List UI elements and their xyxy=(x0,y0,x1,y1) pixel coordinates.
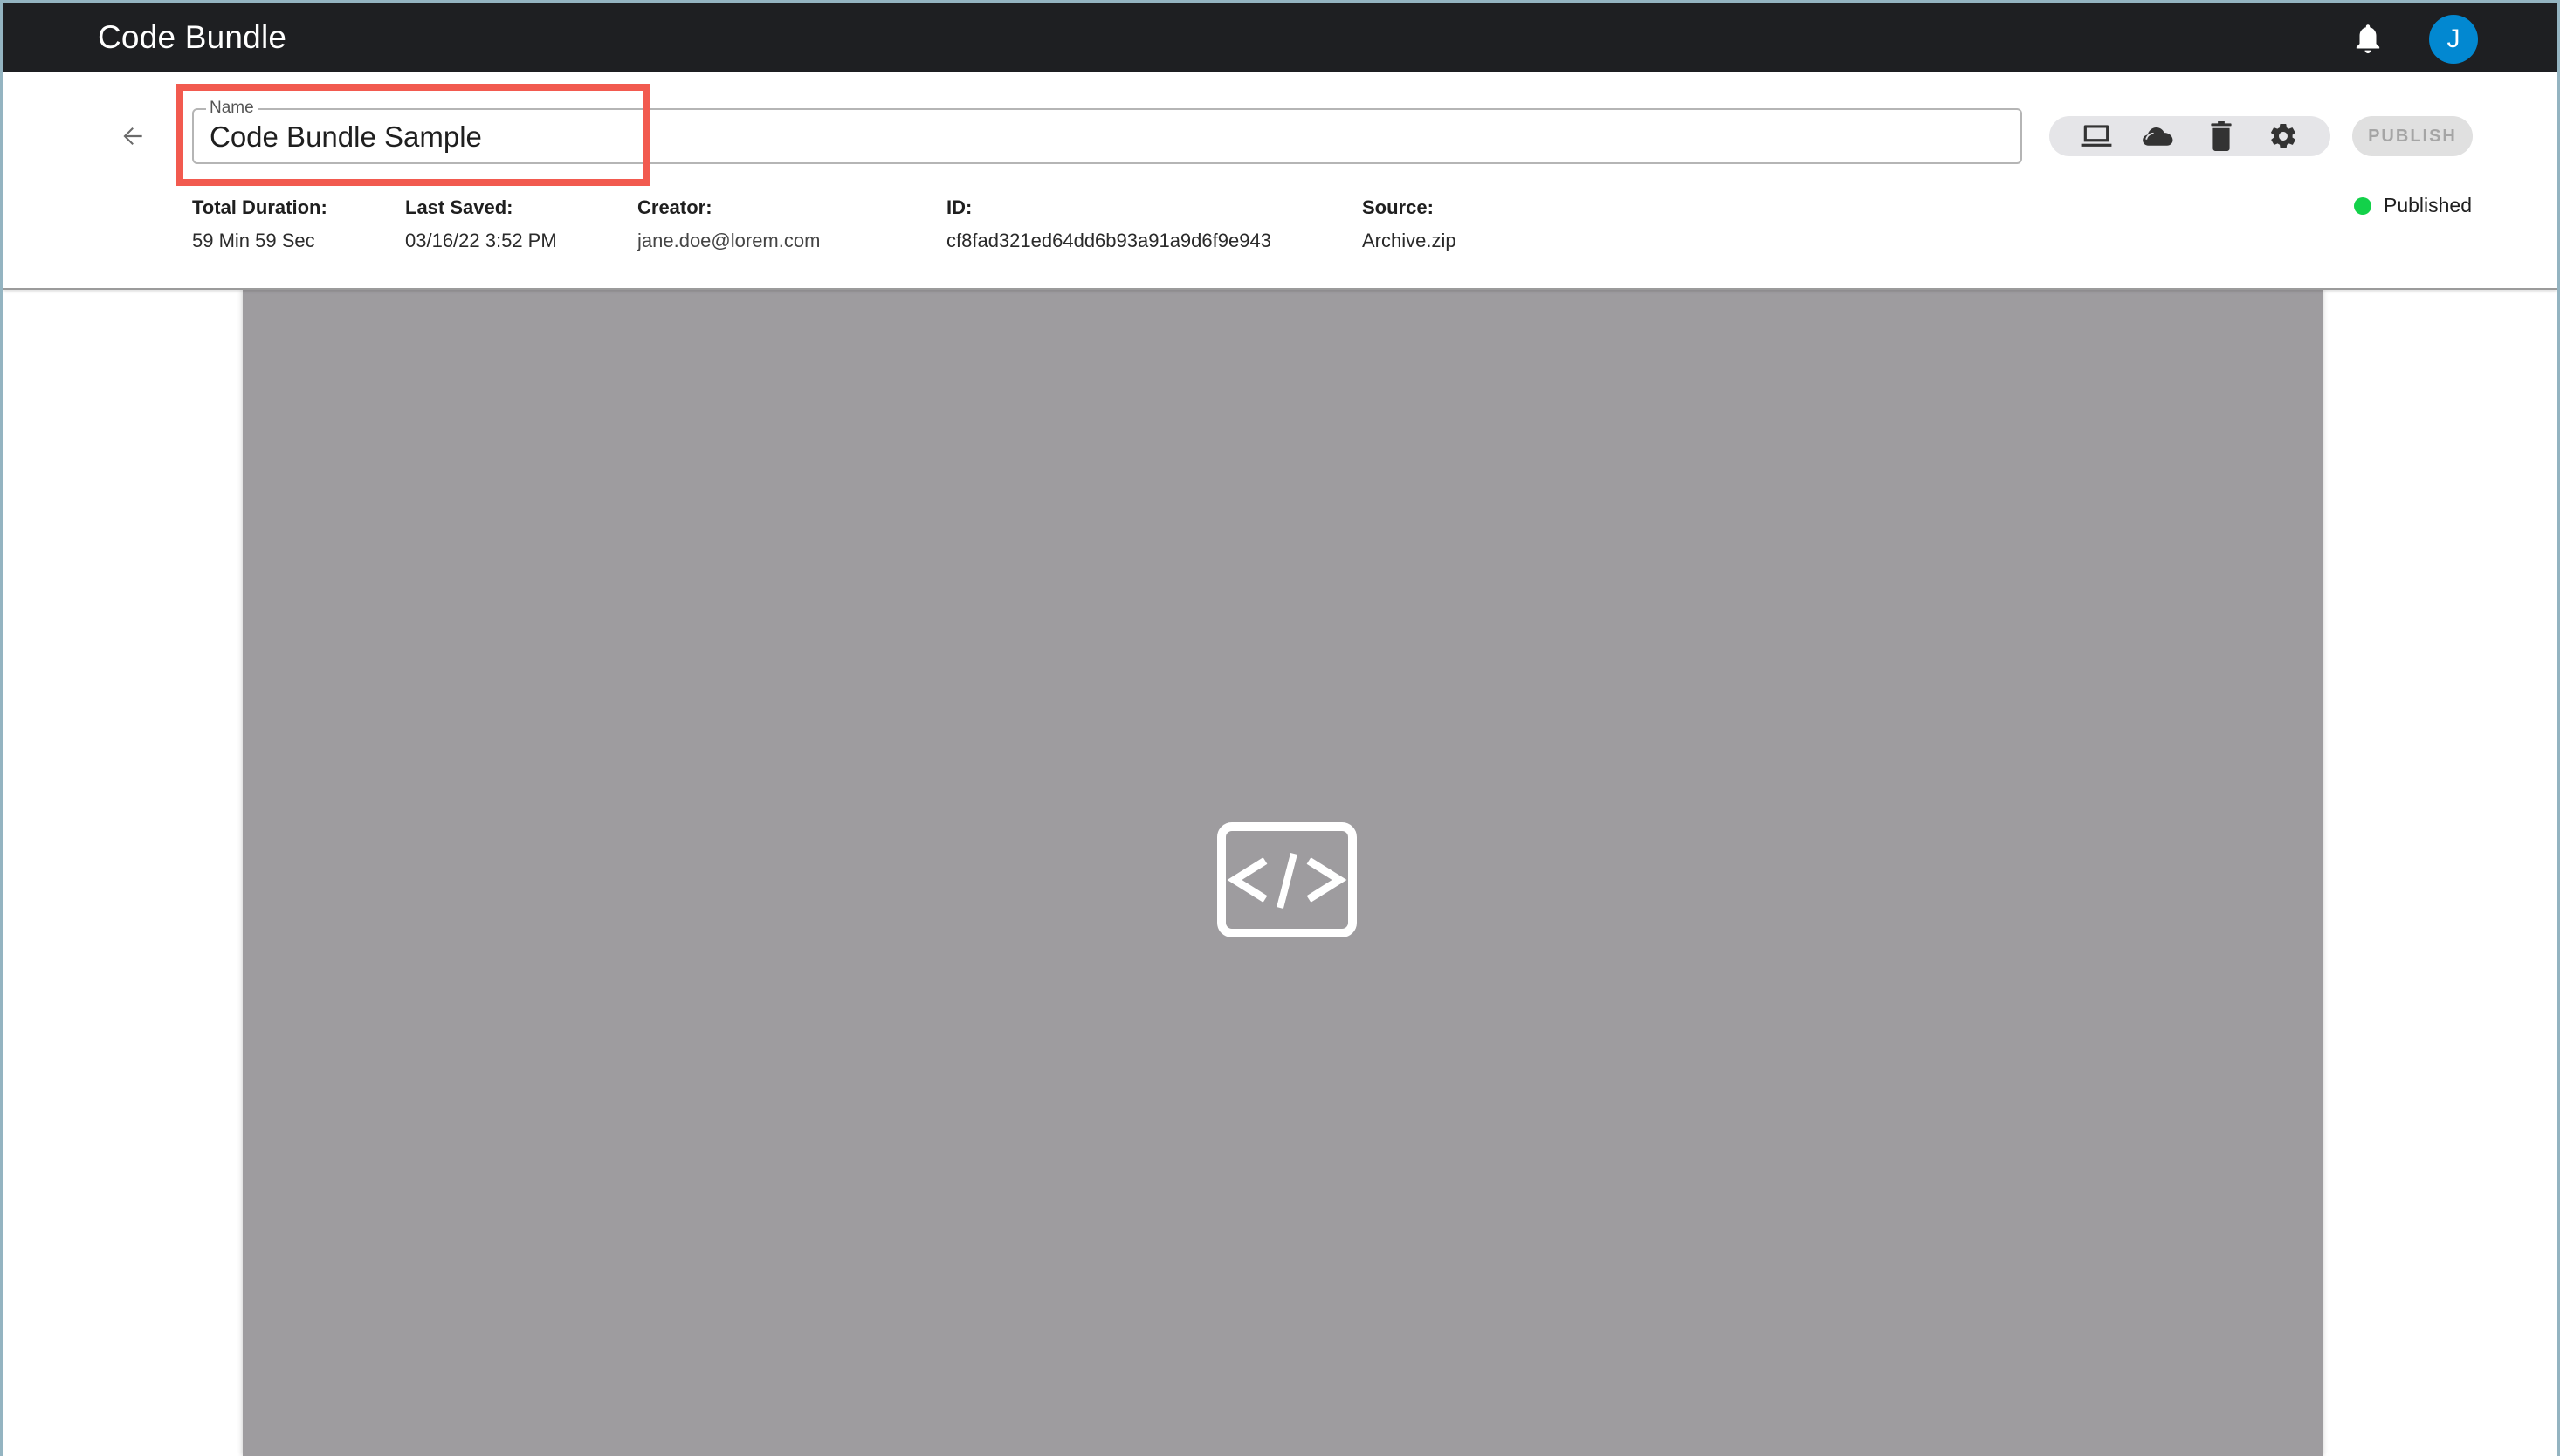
meta-last-saved: Last Saved: 03/16/22 3:52 PM xyxy=(405,196,557,253)
meta-value: cf8fad321ed64dd6b93a91a9d6f9e943 xyxy=(946,230,1271,251)
status-label: Published xyxy=(2384,194,2473,216)
meta-label: Creator: xyxy=(637,196,712,218)
meta-total-duration: Total Duration: 59 Min 59 Sec xyxy=(192,196,327,253)
preview-canvas xyxy=(243,290,2323,1456)
preview-stage xyxy=(3,290,2557,1456)
bundle-header: Name Code Bundle Sample PUBLISH Publishe… xyxy=(3,72,2557,290)
meta-value: 03/16/22 3:52 PM xyxy=(405,230,557,251)
publish-button[interactable]: PUBLISH xyxy=(2352,116,2473,156)
meta-value: jane.doe@lorem.com xyxy=(637,230,821,251)
back-button[interactable] xyxy=(114,117,152,155)
name-field[interactable]: Name xyxy=(192,99,2022,164)
meta-source: Source: Archive.zip xyxy=(1362,196,1456,253)
code-icon xyxy=(1217,822,1357,937)
name-field-label: Name xyxy=(206,99,258,118)
preview-button[interactable] xyxy=(2077,119,2116,154)
meta-label: Last Saved: xyxy=(405,196,513,218)
settings-button[interactable] xyxy=(2264,119,2302,154)
meta-label: Source: xyxy=(1362,196,1434,218)
arrow-left-icon xyxy=(123,127,142,145)
delete-button[interactable] xyxy=(2202,119,2240,154)
meta-value: 59 Min 59 Sec xyxy=(192,230,315,251)
meta-label: ID: xyxy=(946,196,973,218)
meta-value: Archive.zip xyxy=(1362,230,1456,251)
user-avatar[interactable]: J xyxy=(2429,15,2478,64)
status-dot xyxy=(2354,196,2371,215)
cloud-icon xyxy=(2143,127,2173,146)
bell-icon[interactable] xyxy=(2352,23,2384,56)
app-title: Code Bundle xyxy=(98,19,287,55)
gear-icon xyxy=(2271,123,2296,149)
meta-creator: Creator: jane.doe@lorem.com xyxy=(637,196,820,253)
app-window: Code Bundle J Name Code Bundle Sample PU… xyxy=(3,3,2557,1456)
meta-label: Total Duration: xyxy=(192,196,327,218)
cloud-button[interactable] xyxy=(2139,119,2178,154)
laptop-icon xyxy=(2081,125,2112,147)
meta-id: ID: cf8fad321ed64dd6b93a91a9d6f9e943 xyxy=(946,196,1271,253)
publish-status: Published xyxy=(2354,194,2472,217)
top-bar: Code Bundle J xyxy=(3,3,2557,72)
action-toolbar xyxy=(2049,116,2330,156)
trash-icon xyxy=(2211,121,2232,151)
name-input[interactable] xyxy=(210,119,1999,155)
